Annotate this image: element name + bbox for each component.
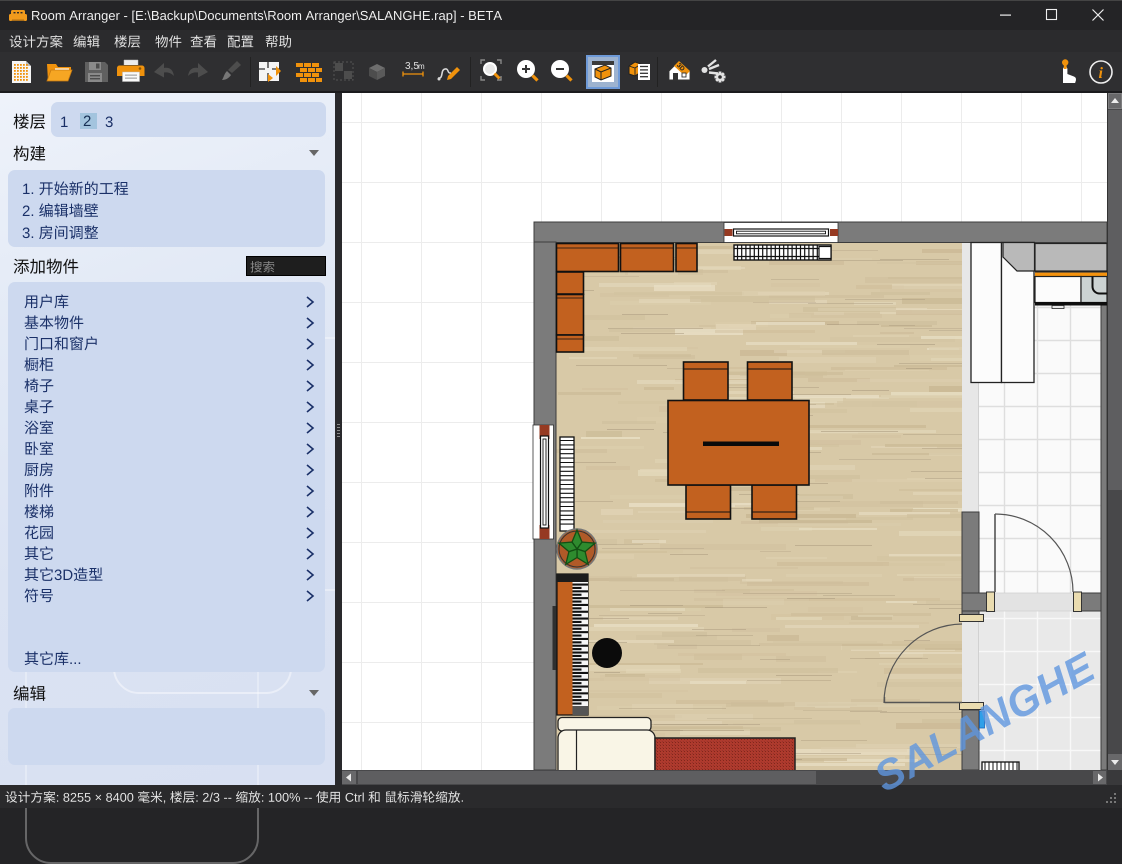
svg-text:i: i [1099,65,1104,82]
svg-text:m: m [418,62,425,71]
